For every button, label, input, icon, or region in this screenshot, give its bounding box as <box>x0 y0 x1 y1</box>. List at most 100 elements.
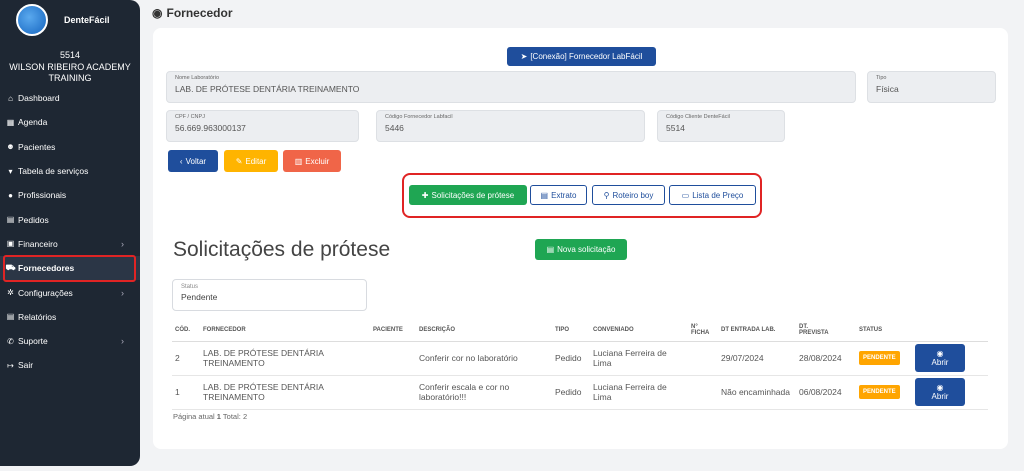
sidebar-item-label: Pacientes <box>18 141 56 152</box>
excluir-button[interactable]: ▥ Excluir <box>283 150 341 172</box>
codigo-fornecedor-label: Código Fornecedor Labfacil <box>385 114 453 120</box>
phone-icon: ✆ <box>7 336 14 346</box>
pagination-total-label: Total: <box>222 412 241 421</box>
cell-conveniado: Luciana Ferreira de Lima <box>590 375 688 410</box>
sidebar: DenteFácil 5514 WILSON RIBEIRO ACADEMY T… <box>0 0 140 466</box>
editar-label: Editar <box>245 156 267 166</box>
tab-extrato-label: Extrato <box>551 190 577 200</box>
edit-icon: ✎ <box>235 156 243 166</box>
sidebar-item-calendar[interactable]: ▦ Agenda <box>0 110 140 134</box>
nome-laboratorio-field[interactable]: Nome Laboratório LAB. DE PRÓTESE DENTÁRI… <box>166 71 856 103</box>
codigo-fornecedor-value: 5446 <box>385 123 404 133</box>
logout-icon: ↦ <box>7 360 14 370</box>
cell-action: ◉ Abrir <box>912 341 988 376</box>
status-filter[interactable]: Status Pendente <box>172 279 367 311</box>
cell-descricao: Conferir escala e cor no laboratório!!! <box>416 375 552 410</box>
col-descricao: DESCRIÇÃO <box>416 319 552 342</box>
page-title: ◉ Fornecedor <box>152 6 233 20</box>
cpf-cnpj-field[interactable]: CPF / CNPJ 56.669.963000137 <box>166 110 359 142</box>
connect-labfacil-label: [Conexão] Fornecedor LabFácil <box>530 52 643 61</box>
col-status: STATUS <box>856 319 912 342</box>
status-badge: PENDENTE <box>859 351 900 365</box>
cell-paciente <box>370 341 416 376</box>
sidebar-item-gear[interactable]: ✲ Configurações › <box>0 280 140 304</box>
cell-fornecedor: LAB. DE PRÓTESE DENTÁRIA TREINAMENTO <box>200 375 370 410</box>
sidebar-item-file[interactable]: ▤ Pedidos <box>0 207 140 231</box>
sidebar-item-phone[interactable]: ✆ Suporte › <box>0 329 140 353</box>
abrir-label: Abrir <box>931 358 949 367</box>
sidebar-item-report[interactable]: ▤ Relatórios <box>0 305 140 329</box>
col-ficha-line2: FICHA <box>691 329 710 336</box>
tab-lista-preco[interactable]: ▭ Lista de Preço <box>669 185 756 205</box>
tipo-field[interactable]: Tipo Física <box>867 71 996 103</box>
sidebar-item-user[interactable]: ● Profissionais <box>0 183 140 207</box>
sidebar-item-money[interactable]: ▣ Financeiro › <box>0 232 140 256</box>
tipo-label: Tipo <box>876 75 887 81</box>
voltar-button[interactable]: ‹ Voltar <box>168 150 218 172</box>
cpf-cnpj-label: CPF / CNPJ <box>175 114 205 120</box>
nome-laboratorio-label: Nome Laboratório <box>175 75 220 81</box>
abrir-button[interactable]: ◉ Abrir <box>915 344 965 372</box>
price-list-icon: ▭ <box>681 190 690 200</box>
logo-icon <box>16 4 48 36</box>
document-icon: ▤ <box>540 190 549 200</box>
col-tipo: TIPO <box>552 319 590 342</box>
status-filter-value: Pendente <box>181 292 218 302</box>
cell-ficha <box>688 341 718 376</box>
codigo-cliente-label: Código Cliente DenteFácil <box>666 114 730 120</box>
cell-action: ◉ Abrir <box>912 375 988 410</box>
eye-icon: ◉ <box>152 6 163 20</box>
tab-extrato[interactable]: ▤ Extrato <box>530 185 587 205</box>
sidebar-item-logout[interactable]: ↦ Sair <box>0 353 140 377</box>
tab-solicitacoes[interactable]: ✚ Solicitações de prótese <box>409 185 527 205</box>
abrir-button[interactable]: ◉ Abrir <box>915 378 965 406</box>
sidebar-item-label: Tabela de serviços <box>18 166 89 177</box>
tab-roteiro-label: Roteiro boy <box>612 190 654 200</box>
highlight-box-fornecedores <box>3 255 136 282</box>
codigo-fornecedor-field[interactable]: Código Fornecedor Labfacil 5446 <box>376 110 645 142</box>
connect-labfacil-button[interactable]: ➤ [Conexão] Fornecedor LabFácil <box>507 47 656 66</box>
sidebar-item-users[interactable]: ☻ Pacientes <box>0 135 140 159</box>
chevron-right-icon: › <box>121 238 124 249</box>
tag-icon: ▾ <box>8 166 13 176</box>
report-icon: ▤ <box>6 312 15 322</box>
client-name: WILSON RIBEIRO ACADEMY TRAINING <box>9 62 131 83</box>
cell-status: PENDENTE <box>856 375 912 410</box>
motorcycle-icon: ⚲ <box>603 190 610 200</box>
cell-conveniado: Luciana Ferreira de Lima <box>590 341 688 376</box>
sidebar-item-label: Relatórios <box>18 311 57 322</box>
status-filter-label: Status <box>181 284 199 290</box>
col-cod: CÓD. <box>172 319 200 342</box>
tab-solicitacoes-label: Solicitações de prótese <box>431 190 515 200</box>
sidebar-item-label: Financeiro <box>18 238 58 249</box>
cell-tipo: Pedido <box>552 375 590 410</box>
cell-tipo: Pedido <box>552 341 590 376</box>
client-code: 5514 <box>59 50 81 60</box>
cell-cod: 1 <box>172 375 200 410</box>
section-title: Solicitações de prótese <box>173 238 391 261</box>
col-paciente: PACIENTE <box>370 319 416 342</box>
sidebar-item-tag[interactable]: ▾ Tabela de serviços <box>0 159 140 183</box>
sidebar-item-home[interactable]: ⌂ Dashboard <box>0 86 140 110</box>
cell-ficha <box>688 375 718 410</box>
brand[interactable]: DenteFácil <box>0 0 140 40</box>
tab-lista-label: Lista de Preço <box>692 190 744 200</box>
home-icon: ⌂ <box>8 93 13 103</box>
cell-entrada: Não encaminhada <box>718 375 796 410</box>
solicitacoes-table: CÓD. FORNECEDOR PACIENTE DESCRIÇÃO TIPO … <box>172 319 988 410</box>
cpf-cnpj-value: 56.669.963000137 <box>175 123 246 133</box>
nova-solicitacao-button[interactable]: ▤ Nova solicitação <box>535 239 627 260</box>
document-plus-icon: ▤ <box>546 245 555 254</box>
col-action <box>912 319 988 342</box>
editar-button[interactable]: ✎ Editar <box>224 150 278 172</box>
gear-icon: ✲ <box>7 288 14 298</box>
tab-roteiro-boy[interactable]: ⚲ Roteiro boy <box>592 185 665 205</box>
sidebar-menu: ⌂ Dashboard ▦ Agenda ☻ Pacientes ▾ Tabela de se… <box>0 86 140 378</box>
col-fornecedor: FORNECEDOR <box>200 319 370 342</box>
trash-icon: ▥ <box>294 156 303 166</box>
cell-descricao: Conferir cor no laboratório <box>416 341 552 376</box>
table-row: 1 LAB. DE PRÓTESE DENTÁRIA TREINAMENTO Con… <box>172 375 988 410</box>
eye-icon: ◉ <box>936 349 944 358</box>
send-icon: ➤ <box>520 52 528 61</box>
codigo-cliente-field[interactable]: Código Cliente DenteFácil 5514 <box>657 110 785 142</box>
